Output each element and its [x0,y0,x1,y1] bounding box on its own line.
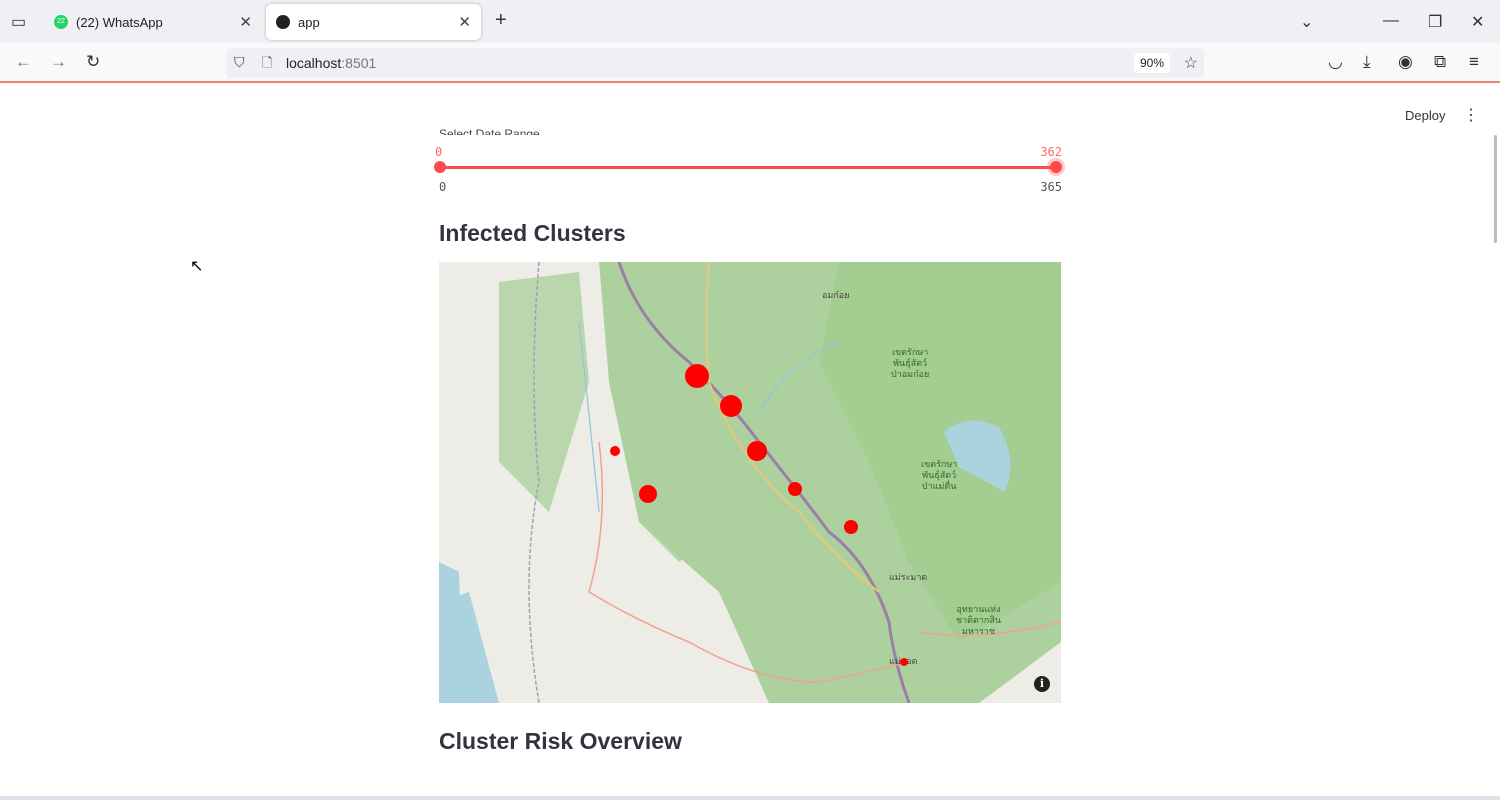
slider-max: 365 [1040,180,1062,194]
cluster-marker[interactable] [788,482,802,496]
zoom-level[interactable]: 90% [1133,53,1170,73]
cluster-marker[interactable] [610,446,620,456]
more-options-icon[interactable]: ⋮ [1463,105,1479,125]
map-label: อุทยานแห่ง ชาติตากสิน มหาราช [956,604,1001,636]
bookmark-star-icon[interactable]: ☆ [1184,53,1198,73]
minimize-icon[interactable]: — [1383,12,1399,30]
map-label: อมก๋อย [822,290,850,300]
new-tab-icon[interactable]: + [495,9,507,32]
cluster-risk-overview-heading: Cluster Risk Overview [439,728,682,754]
map-label: แม่ระมาด [889,572,928,582]
address-bar[interactable]: ⛉ 🗋 localhost:8501 90% ☆ [226,48,1204,78]
map-label: เขตรักษา พันธุ์สัตว์ ป่าอมก๋อย [891,347,930,379]
slider-track[interactable] [439,166,1057,169]
url-host: localhost [286,55,342,71]
close-icon[interactable]: ✕ [239,13,252,31]
mouse-cursor-icon: ↖ [190,258,204,275]
slider-low-thumb[interactable] [434,161,446,173]
tab-app[interactable]: app ✕ [266,4,481,40]
close-icon[interactable]: ✕ [458,13,471,31]
tab-label: (22) WhatsApp [76,14,163,30]
slider-label: Select Date Range [439,127,540,135]
cluster-marker[interactable] [844,520,858,534]
url-port: :8501 [341,55,377,71]
page-icon: 🗋 [262,55,273,70]
deploy-button[interactable]: Deploy [1405,108,1445,123]
infected-clusters-heading: Infected Clusters [439,220,626,246]
cluster-marker[interactable] [639,485,657,503]
slider-high-thumb[interactable] [1050,161,1062,173]
restore-icon[interactable]: ❐ [1428,12,1442,32]
tab-label: app [298,14,320,30]
map-label: เขตรักษา พันธุ์สัตว์ ป่าแม่ตื่น [921,459,958,491]
browser-tab-bar: ▭ 22 (22) WhatsApp ✕ app ✕ + ⌄ — ❐ ✕ [0,0,1500,43]
reload-icon[interactable]: ↻ [86,52,100,72]
account-icon[interactable]: ◉ [1398,52,1413,72]
cluster-marker[interactable] [900,658,908,666]
cluster-marker[interactable] [720,395,742,417]
streamlit-icon [276,15,290,29]
slider-min: 0 [439,180,447,194]
window-close-icon[interactable]: ✕ [1471,12,1484,32]
cluster-marker[interactable] [747,441,767,461]
extensions-icon[interactable]: ⧉ [1434,52,1446,72]
forward-icon[interactable]: → [50,52,67,72]
tab-overview-icon[interactable]: ▭ [11,12,26,32]
bottom-edge [0,796,1500,800]
back-icon[interactable]: ← [15,52,32,72]
download-icon[interactable]: ⤓ [1363,52,1371,72]
slider-high-value: 362 [1040,145,1062,159]
shield-icon[interactable]: ⛉ [234,54,245,71]
browser-nav-bar: ← → ↻ ⛉ 🗋 localhost:8501 90% ☆ ◡ ⤓ ◉ ⧉ ≡ [0,43,1500,83]
cluster-marker[interactable] [685,364,709,388]
whatsapp-icon: 22 [54,15,68,29]
tab-whatsapp[interactable]: 22 (22) WhatsApp ✕ [44,4,262,40]
scrollbar[interactable] [1494,135,1497,243]
slider-low-value: 0 [435,145,443,159]
info-icon[interactable]: i [1034,676,1050,692]
chevron-down-icon[interactable]: ⌄ [1300,12,1313,32]
pocket-icon[interactable]: ◡ [1328,52,1343,72]
menu-icon[interactable]: ≡ [1469,52,1479,72]
cluster-map[interactable]: อมก๋อย เขตรักษา พันธุ์สัตว์ ป่าอมก๋อย เข… [439,262,1061,703]
